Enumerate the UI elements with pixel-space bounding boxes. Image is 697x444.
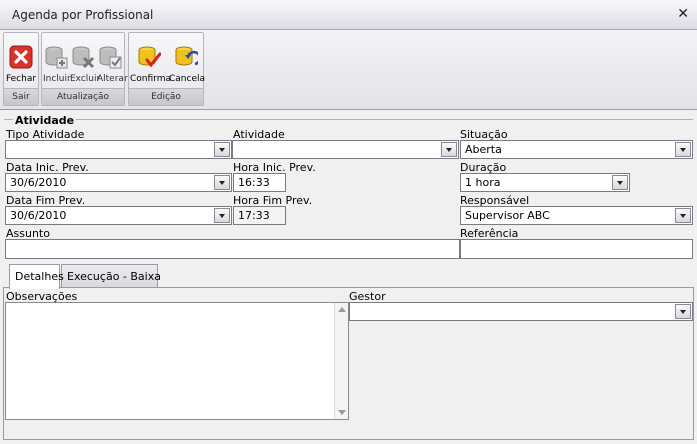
database-add-icon bbox=[45, 46, 68, 69]
scroll-down-icon[interactable] bbox=[338, 410, 346, 415]
ribbon-group-atualizacao: Incluir Excluir Alterar Atualização bbox=[41, 32, 128, 106]
situacao-select[interactable]: Aberta bbox=[460, 140, 693, 159]
scroll-up-icon[interactable] bbox=[338, 307, 346, 312]
chevron-down-icon[interactable] bbox=[214, 208, 230, 223]
data-inic-picker[interactable]: 30/6/2010 bbox=[5, 173, 232, 192]
data-inic-value: 30/6/2010 bbox=[10, 176, 67, 189]
duracao-select[interactable]: 1 hora bbox=[460, 173, 630, 192]
ribbon-group-edicao: Confirma Cancela Edição bbox=[128, 32, 206, 106]
situacao-value: Aberta bbox=[465, 143, 502, 156]
chevron-down-icon[interactable] bbox=[214, 142, 230, 157]
data-fim-value: 30/6/2010 bbox=[10, 209, 67, 222]
cancel-undo-icon bbox=[175, 46, 198, 66]
hora-fim-value: 17:33 bbox=[238, 209, 270, 222]
data-fim-picker[interactable]: 30/6/2010 bbox=[5, 206, 232, 225]
referencia-input[interactable] bbox=[460, 239, 693, 259]
incluir-button[interactable]: Incluir bbox=[43, 37, 71, 87]
incluir-label: Incluir bbox=[43, 74, 71, 84]
responsavel-value: Supervisor ABC bbox=[465, 209, 550, 222]
excluir-label: Excluir bbox=[70, 74, 101, 84]
alterar-button[interactable]: Alterar bbox=[97, 37, 128, 87]
tipo-atividade-select[interactable] bbox=[5, 140, 232, 159]
observacoes-scrollbar[interactable] bbox=[334, 303, 348, 419]
ribbon-group-caption: Atualização bbox=[42, 88, 124, 105]
excluir-button[interactable]: Excluir bbox=[70, 37, 101, 87]
ribbon-group-caption: Edição bbox=[129, 88, 203, 105]
responsavel-select[interactable]: Supervisor ABC bbox=[460, 206, 693, 225]
cancela-label: Cancela bbox=[169, 74, 206, 84]
fechar-label: Fechar bbox=[5, 74, 37, 84]
chevron-down-icon[interactable] bbox=[675, 304, 691, 319]
chevron-down-icon[interactable] bbox=[612, 175, 628, 190]
chevron-down-icon[interactable] bbox=[214, 175, 230, 190]
confirma-button[interactable]: Confirma bbox=[130, 37, 171, 87]
section-title-atividade: Atividade bbox=[13, 114, 77, 127]
assunto-input[interactable] bbox=[5, 239, 460, 259]
hora-inic-value: 16:33 bbox=[238, 176, 270, 189]
database-delete-icon bbox=[72, 46, 95, 69]
hora-fim-input: 17:33 bbox=[233, 206, 286, 225]
confirma-label: Confirma bbox=[130, 74, 171, 84]
alterar-label: Alterar bbox=[97, 74, 128, 84]
tab-execucao-baixa[interactable]: Execução - Baixa bbox=[61, 264, 161, 288]
confirm-icon bbox=[138, 46, 161, 68]
cancela-button[interactable]: Cancela bbox=[169, 37, 206, 87]
hora-inic-input[interactable]: 16:33 bbox=[233, 173, 286, 192]
section-divider bbox=[4, 119, 693, 125]
chevron-down-icon[interactable] bbox=[675, 142, 691, 157]
chevron-down-icon[interactable] bbox=[675, 208, 691, 223]
window-titlebar: Agenda por Profissional ✕ bbox=[0, 0, 697, 30]
close-red-icon bbox=[9, 45, 33, 69]
ribbon-group-sair: Fechar Sair bbox=[3, 32, 39, 106]
chevron-down-icon[interactable] bbox=[441, 142, 457, 157]
window-title: Agenda por Profissional bbox=[12, 8, 154, 22]
ribbon-group-caption: Sair bbox=[4, 88, 38, 105]
database-edit-icon bbox=[99, 46, 122, 69]
gestor-select[interactable] bbox=[349, 302, 693, 321]
window-close-icon[interactable]: ✕ bbox=[677, 6, 689, 22]
fechar-button[interactable]: Fechar bbox=[5, 37, 37, 87]
tab-detalhes[interactable]: Detalhes bbox=[9, 264, 64, 289]
atividade-select[interactable] bbox=[232, 140, 459, 159]
observacoes-textarea[interactable] bbox=[5, 302, 349, 420]
duracao-value: 1 hora bbox=[465, 176, 501, 189]
ribbon-toolbar: Fechar Sair Incluir Excluir Alterar Atua… bbox=[0, 30, 697, 110]
